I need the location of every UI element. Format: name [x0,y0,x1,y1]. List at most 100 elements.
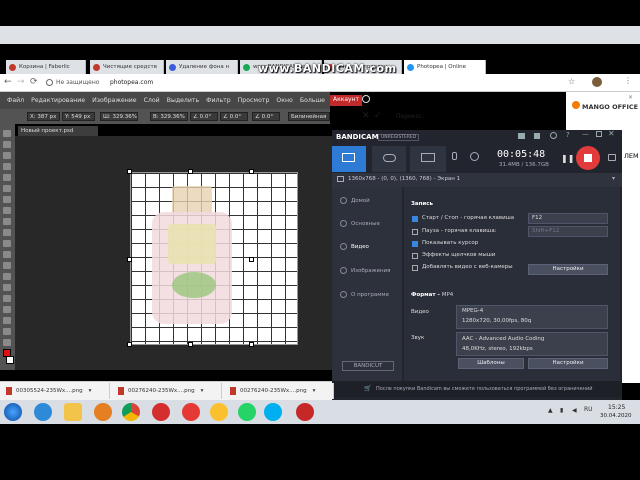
menu-icon[interactable]: ⋮ [624,76,632,85]
opt-vskew[interactable]: ∠ 0.0° [252,112,280,121]
opt-x[interactable]: X: 387 px [27,112,60,121]
skype-icon[interactable] [264,403,282,421]
ie-icon[interactable] [34,403,52,421]
transform-handle[interactable] [127,257,132,262]
hand-tool-icon[interactable] [3,328,11,335]
download-item-0[interactable]: 00305524-235Wx....png ▾ [2,383,110,399]
opt-y[interactable]: Y: 549 px [62,112,95,121]
transform-handle[interactable] [249,169,254,174]
transform-handle[interactable] [127,342,132,347]
download-item-2[interactable]: 00276240-235Wx....png ▾ [226,383,334,399]
browser-tab-0[interactable]: Корзина | Faberlic [6,60,86,74]
hotkey-field-0[interactable]: F12 [528,213,608,224]
wand-tool-icon[interactable] [3,163,11,170]
confirm-icon[interactable]: ✓ [374,111,382,121]
dodge-tool-icon[interactable] [3,273,11,280]
transform-handle[interactable] [249,342,254,347]
forward-icon[interactable]: → [17,77,25,87]
option-checkbox-0[interactable] [412,216,418,222]
folder-icon[interactable] [518,133,525,139]
fill-tool-icon[interactable] [3,251,11,258]
lasso-tool-icon[interactable] [3,152,11,159]
clock-icon[interactable] [550,132,557,139]
history-tool-icon[interactable] [3,229,11,236]
zoom-tool-icon[interactable] [3,339,11,346]
sidebar-item-1[interactable]: Основные [340,220,380,227]
menu-item-6[interactable]: Просмотр [238,97,270,104]
download-item-1[interactable]: 00276240-235Wx....png ▾ [114,383,222,399]
shape-tool-icon[interactable] [3,317,11,324]
yandex-browser-icon[interactable] [210,403,228,421]
bg-color[interactable] [6,356,14,364]
eraser-tool-icon[interactable] [3,240,11,247]
stamp-tool-icon[interactable] [3,218,11,225]
templates-button[interactable]: Шаблоны [458,358,524,369]
transform-handle[interactable] [249,257,254,262]
explorer-icon[interactable] [64,403,82,421]
cancel-icon[interactable]: ✕ [362,111,370,121]
download-menu-icon[interactable]: ▾ [89,388,92,394]
opt-hskew[interactable]: ∠ 0.0° [220,112,248,121]
type-tool-icon[interactable] [3,295,11,302]
restore-icon[interactable] [596,131,602,137]
heal-tool-icon[interactable] [3,196,11,203]
sidebar-item-0[interactable]: Домой [340,197,370,204]
media-player-icon[interactable] [94,403,112,421]
bandicam-taskbar-icon[interactable] [296,403,314,421]
whatsapp-icon[interactable] [238,403,256,421]
region-dropdown-icon[interactable]: ▾ [612,175,615,182]
browser-tab-1[interactable]: Чистящие средств [90,60,164,74]
menu-item-2[interactable]: Изображение [92,97,137,104]
option-checkbox-3[interactable] [412,253,418,259]
opt-h[interactable]: В: 329.36% [150,112,188,121]
menu-item-3[interactable]: Слой [144,97,160,104]
lock-icon[interactable] [534,133,540,139]
footer-text[interactable]: После покупки Bandicam вы сможете пользо… [376,386,592,392]
sidebar-item-4[interactable]: О программе [340,291,389,298]
bandicut-button[interactable]: BANDICUT [342,361,394,371]
brush-tool-icon[interactable] [3,207,11,214]
opt-angle[interactable]: ∠ 0.0° [190,112,218,121]
network-icon[interactable]: ▮ [560,407,563,414]
minimize-icon[interactable]: — [582,130,589,138]
clock-time[interactable]: 15:25 [608,404,625,411]
warp-label[interactable]: Перекос: [396,113,424,120]
opt-w[interactable]: Ш: 329.36% [100,112,138,121]
menu-item-7[interactable]: Окно [276,97,292,104]
reload-icon[interactable]: ⟳ [30,77,38,87]
sidebar-item-2[interactable]: Видео [340,243,369,250]
screenshot-icon[interactable] [608,154,616,161]
lang-icon[interactable]: RU [584,406,593,413]
option-checkbox-1[interactable] [412,229,418,235]
settings-button-webcam[interactable]: Настройки [528,264,608,275]
pause-icon[interactable]: ❚❚ [561,154,574,163]
star-icon[interactable]: ☆ [568,77,575,86]
document-tab[interactable]: Новый проект.psd [18,126,98,136]
browser-tab-5[interactable]: Photopea | Online [404,60,486,74]
menu-item-4[interactable]: Выделить [167,97,199,104]
move-tool-icon[interactable] [3,130,11,137]
option-checkbox-4[interactable] [412,265,418,271]
transform-handle[interactable] [188,169,193,174]
eyedropper-tool-icon[interactable] [3,185,11,192]
hotkey-field-1[interactable]: Shift+F12 [528,226,608,237]
back-icon[interactable]: ← [4,77,12,87]
transform-handle[interactable] [127,169,132,174]
menu-item-8[interactable]: Больше [300,97,325,104]
volume-icon[interactable]: ◀ [572,407,577,414]
path-tool-icon[interactable] [3,306,11,313]
marquee-tool-icon[interactable] [3,141,11,148]
clock-date[interactable]: 30.04.2020 [600,413,632,419]
profile-icon[interactable] [592,77,602,87]
chrome-icon[interactable] [122,403,140,421]
option-checkbox-2[interactable] [412,241,418,247]
help-icon[interactable]: ? [566,131,570,139]
start-button[interactable] [4,403,22,421]
close-icon[interactable]: ✕ [608,129,615,138]
account-button[interactable]: Аккаунт [330,95,362,106]
sidebar-item-3[interactable]: Изображения [340,267,390,274]
tray-arrow-icon[interactable]: ▲ [548,407,553,414]
browser-tab-2[interactable]: Удаление фона н [166,60,238,74]
search-icon[interactable] [362,95,370,103]
yandex-icon[interactable] [182,403,200,421]
